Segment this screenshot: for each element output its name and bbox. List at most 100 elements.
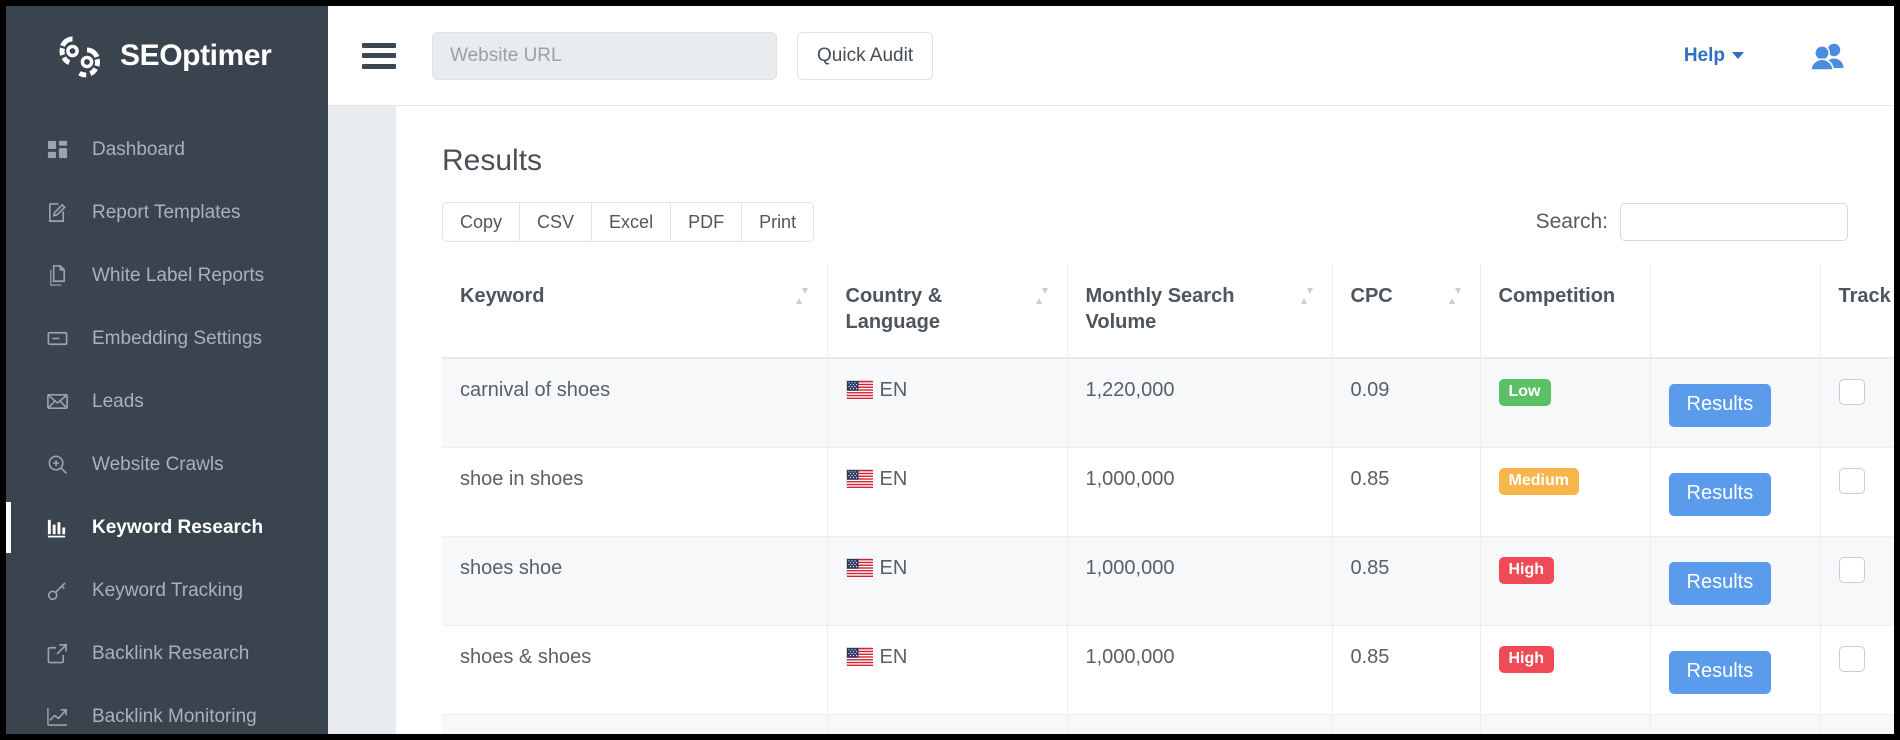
cell-monthly-search-volume: 1,000,000	[1067, 537, 1332, 626]
pencil-document-icon	[44, 200, 70, 226]
status-badge: Low	[1499, 379, 1551, 406]
column-header-competition[interactable]: Competition	[1480, 264, 1650, 358]
cell-action: Results	[1650, 358, 1820, 448]
sidebar-item-dashboard[interactable]: Dashboard	[6, 118, 328, 181]
top-bar: Quick Audit Help	[328, 6, 1894, 106]
cell-monthly-search-volume: 1,220,000	[1067, 358, 1332, 448]
cell-monthly-search-volume: 1,000,000	[1067, 448, 1332, 537]
help-label: Help	[1684, 45, 1725, 67]
cell-keyword: shoe in shoes	[442, 448, 827, 537]
cell-monthly-search-volume: 1,000,000	[1067, 626, 1332, 715]
sidebar-item-report-templates[interactable]: Report Templates	[6, 181, 328, 244]
cell-keyword: shoes shoe	[442, 537, 827, 626]
cell-keyword: carnival of shoes	[442, 358, 827, 448]
cell-keyword: shoes	[442, 715, 827, 734]
cell-competition: High	[1480, 537, 1650, 626]
dashboard-grid-icon	[44, 137, 70, 163]
sort-updown-icon	[1035, 286, 1049, 306]
cell-competition: High	[1480, 715, 1650, 734]
export-excel-button[interactable]: Excel	[591, 202, 670, 242]
cell-country-language: EN	[827, 626, 1067, 715]
export-csv-button[interactable]: CSV	[519, 202, 591, 242]
cell-keyword: shoes & shoes	[442, 626, 827, 715]
column-header-label: Country & Language	[846, 284, 1027, 335]
sidebar-item-label: Backlink Research	[92, 643, 249, 665]
row-results-button[interactable]: Results	[1669, 562, 1772, 605]
envelope-icon	[44, 389, 70, 415]
website-url-input[interactable]	[432, 32, 777, 80]
search-label: Search:	[1536, 210, 1608, 234]
table-row: carnival of shoes EN 1,220,0000.09 Low Resul…	[442, 358, 1894, 448]
export-print-button[interactable]: Print	[741, 202, 814, 242]
cell-track	[1820, 448, 1894, 537]
status-badge: Medium	[1499, 468, 1579, 495]
content-scroll-region[interactable]: Results Copy CSV Excel PDF Print Search:	[328, 106, 1894, 734]
track-checkbox[interactable]	[1839, 646, 1865, 672]
export-pdf-button[interactable]: PDF	[670, 202, 741, 242]
sort-updown-icon	[1300, 286, 1314, 306]
cell-cpc: 0.85	[1332, 537, 1480, 626]
cell-cpc: 0.09	[1332, 358, 1480, 448]
row-results-button[interactable]: Results	[1669, 384, 1772, 427]
column-header-action	[1650, 264, 1820, 358]
row-results-button[interactable]: Results	[1669, 651, 1772, 694]
sidebar-item-embedding-settings[interactable]: Embedding Settings	[6, 307, 328, 370]
sidebar-item-keyword-research[interactable]: Keyword Research	[6, 496, 328, 559]
sidebar-item-keyword-tracking[interactable]: Keyword Tracking	[6, 559, 328, 622]
bar-chart-icon	[44, 515, 70, 541]
table-header-row: Keyword Country	[442, 264, 1894, 358]
sidebar-item-label: Report Templates	[92, 202, 241, 224]
cell-competition: High	[1480, 626, 1650, 715]
us-flag-icon	[846, 558, 872, 576]
column-header-track[interactable]: Track	[1820, 264, 1894, 358]
cell-competition: Low	[1480, 358, 1650, 448]
cell-track	[1820, 715, 1894, 734]
sidebar-item-backlink-research[interactable]: Backlink Research	[6, 622, 328, 685]
users-group-icon[interactable]	[1808, 41, 1848, 71]
country-code: EN	[880, 379, 908, 401]
sidebar-item-leads[interactable]: Leads	[6, 370, 328, 433]
results-table: Keyword Country	[442, 264, 1894, 734]
table-toolbar: Copy CSV Excel PDF Print Search:	[442, 202, 1848, 242]
brand-logo-area[interactable]: SEOptimer	[6, 6, 328, 106]
table-row: shoes & shoesEN1,000,0000.85HighResults	[442, 626, 1894, 715]
sort-updown-icon	[795, 286, 809, 306]
hamburger-menu-icon[interactable]	[362, 43, 396, 69]
us-flag-icon	[846, 380, 872, 398]
status-badge: High	[1499, 646, 1555, 673]
quick-audit-button[interactable]: Quick Audit	[797, 32, 933, 80]
cell-track	[1820, 626, 1894, 715]
app-window: SEOptimer Dashboard	[6, 6, 1894, 734]
sidebar-item-white-label-reports[interactable]: White Label Reports	[6, 244, 328, 307]
cell-competition: Medium	[1480, 448, 1650, 537]
cell-action: Results	[1650, 537, 1820, 626]
country-code: EN	[880, 646, 908, 668]
cell-action: Results	[1650, 715, 1820, 734]
sidebar-item-label: Backlink Monitoring	[92, 706, 257, 728]
cell-country-language: EN	[827, 715, 1067, 734]
sidebar: SEOptimer Dashboard	[6, 6, 328, 734]
column-header-monthly-search-volume[interactable]: Monthly Search Volume	[1067, 264, 1332, 358]
country-code: EN	[880, 468, 908, 490]
track-checkbox[interactable]	[1839, 557, 1865, 583]
sidebar-item-label: Dashboard	[92, 139, 185, 161]
magnifier-plus-icon	[44, 452, 70, 478]
column-header-cpc[interactable]: CPC	[1332, 264, 1480, 358]
sidebar-item-website-crawls[interactable]: Website Crawls	[6, 433, 328, 496]
column-header-keyword[interactable]: Keyword	[442, 264, 827, 358]
row-results-button[interactable]: Results	[1669, 473, 1772, 516]
track-checkbox[interactable]	[1839, 379, 1865, 405]
table-row: shoe in shoes EN 1,000,0000.85 Medium Result…	[442, 448, 1894, 537]
cell-cpc: 0.85	[1332, 448, 1480, 537]
table-search: Search:	[1536, 203, 1848, 241]
table-row: shoes shoeEN1,000,0000.85High Results	[442, 537, 1894, 626]
search-input[interactable]	[1620, 203, 1848, 241]
column-header-country-language[interactable]: Country & Language	[827, 264, 1067, 358]
cell-country-language: EN	[827, 537, 1067, 626]
track-checkbox[interactable]	[1839, 468, 1865, 494]
help-menu[interactable]: Help	[1684, 45, 1744, 67]
export-copy-button[interactable]: Copy	[442, 202, 519, 242]
sidebar-item-label: Website Crawls	[92, 454, 224, 476]
sidebar-item-backlink-monitoring[interactable]: Backlink Monitoring	[6, 685, 328, 734]
cell-action: Results	[1650, 448, 1820, 537]
